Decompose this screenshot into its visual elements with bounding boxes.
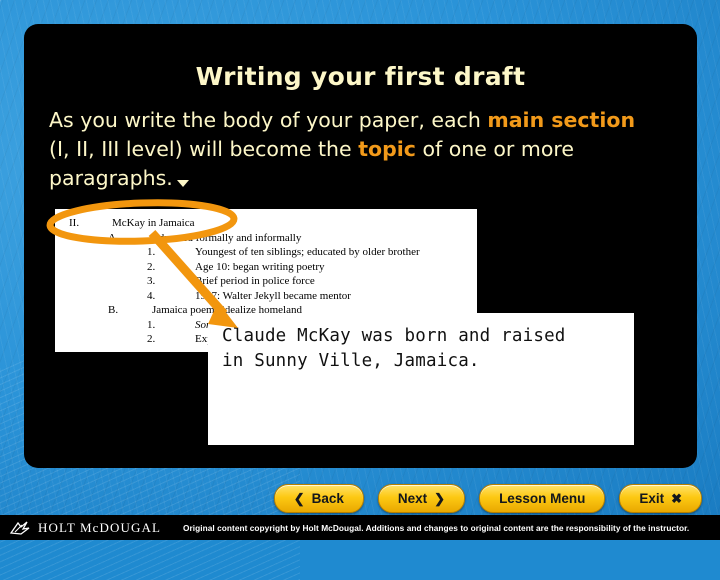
outline-line-number: 2. xyxy=(147,260,156,273)
outline-line-number: 1. xyxy=(147,246,156,258)
copyright-notice: Original content copyright by Holt McDou… xyxy=(183,522,690,533)
body-text-segment-2: (I, II, III level) will become the xyxy=(49,137,359,161)
triangle-down-icon xyxy=(176,180,189,187)
exit-button[interactable]: Exit ✖ xyxy=(619,483,702,513)
callout-text: Claude McKay was born and raised in Sunn… xyxy=(222,324,626,374)
highlight-main-section: main section xyxy=(487,108,636,132)
back-button[interactable]: ❮ Back xyxy=(273,483,364,513)
outline-line-number: B. xyxy=(108,304,119,316)
highlight-topic: topic xyxy=(358,137,416,161)
exit-button-label: Exit xyxy=(639,490,665,506)
slide-panel: Writing your first draft As you write th… xyxy=(24,24,697,468)
page-title: Writing your first draft xyxy=(195,62,526,91)
outline-line-text: Educated formally and informally xyxy=(152,231,302,244)
outline-line-number: 3. xyxy=(147,275,156,287)
outline-line-number: A. xyxy=(108,231,119,244)
callout-line-1: Claude McKay was born and raised xyxy=(222,326,566,346)
outline-line-number: II. xyxy=(69,217,80,229)
outline-line-text: Youngest of ten siblings; educated by ol… xyxy=(195,246,420,258)
footer-bar: HOLT McDOUGAL Original content copyright… xyxy=(0,515,720,540)
navigation-bar: ❮ Back Next ❯ Lesson Menu Exit ✖ xyxy=(0,482,720,514)
body-text-segment-1: As you write the body of your paper, eac… xyxy=(49,108,488,132)
back-button-label: Back xyxy=(311,490,344,506)
outline-line-text: Age 10: began writing poetry xyxy=(195,260,325,273)
outline-line-number: 2. xyxy=(147,333,156,345)
lesson-menu-button[interactable]: Lesson Menu xyxy=(479,483,606,513)
body-paragraph: As you write the body of your paper, eac… xyxy=(49,106,689,193)
callout-line-2: in Sunny Ville, Jamaica. xyxy=(222,351,480,371)
brand-name: HOLT McDOUGAL xyxy=(38,519,161,535)
callout-overlay: Claude McKay was born and raised in Sunn… xyxy=(208,313,634,445)
outline-line-number: 4. xyxy=(147,289,156,302)
outline-line-text: 1907: Walter Jekyll became mentor xyxy=(195,289,351,302)
outline-line-number: 1. xyxy=(147,318,156,331)
outline-line-text: McKay in Jamaica xyxy=(112,217,195,229)
next-button-label: Next xyxy=(397,490,428,506)
next-button[interactable]: Next ❯ xyxy=(377,483,466,513)
holt-mcdougal-bird-icon xyxy=(9,521,30,535)
chevron-right-icon: ❯ xyxy=(434,490,446,506)
outline-line-text: Brief period in police force xyxy=(195,275,315,287)
chevron-left-icon: ❮ xyxy=(293,490,305,506)
lesson-menu-button-label: Lesson Menu xyxy=(499,490,586,506)
close-x-icon: ✖ xyxy=(671,490,682,506)
